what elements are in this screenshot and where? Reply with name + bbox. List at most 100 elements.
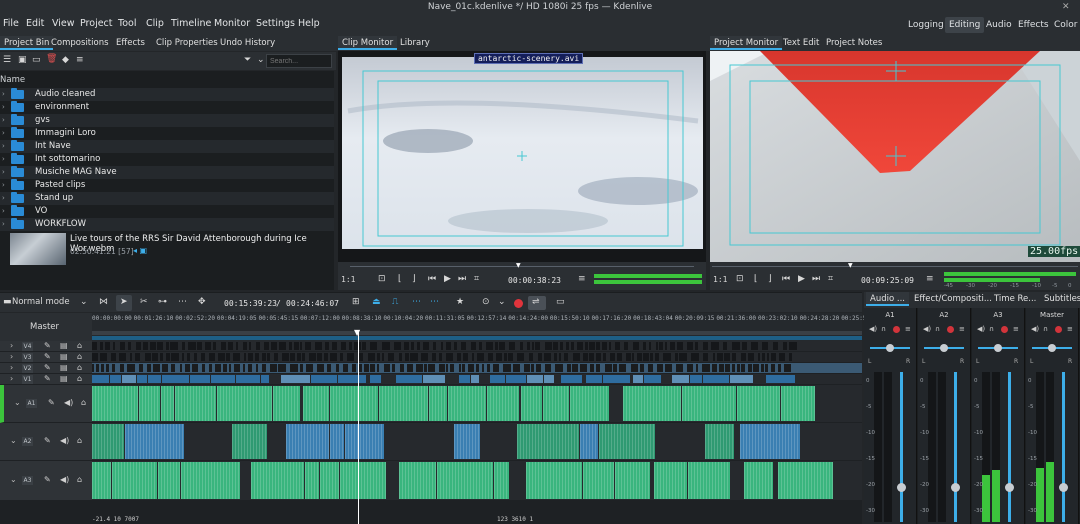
audio-clip[interactable] [399,462,437,499]
video-clip[interactable] [270,342,277,350]
video-clip[interactable] [789,353,792,361]
video-clip[interactable] [487,353,494,361]
video-clip[interactable] [324,353,329,361]
edit-mode-select[interactable]: Normal mode [12,297,70,307]
project-forward-icon[interactable]: ⏭ [812,274,820,284]
video-clip[interactable] [449,364,454,372]
expand-arrow-icon[interactable]: › [2,140,5,153]
audio-clip[interactable] [743,462,774,499]
video-clip[interactable] [377,364,380,372]
audio-clip[interactable] [161,386,175,421]
video-clip[interactable] [584,342,588,350]
video-clip[interactable] [179,364,183,372]
video-clip[interactable] [106,364,109,372]
speaker-icon[interactable]: ◀) [60,475,69,484]
video-clip[interactable] [267,353,270,361]
track-effects-icon[interactable]: ✎ [44,475,51,484]
video-clip[interactable] [300,342,303,350]
project-set-in-icon[interactable]: ⌊ [754,274,758,284]
video-clip[interactable] [559,342,564,350]
video-clip[interactable] [404,342,410,350]
video-clip[interactable] [367,353,375,361]
video-clip[interactable] [595,342,601,350]
volume-fader-track[interactable] [954,372,957,522]
video-clip[interactable] [463,353,469,361]
video-clip[interactable] [348,342,353,350]
video-clip[interactable] [189,375,211,383]
video-clip[interactable] [664,364,672,372]
project-playhead-marker[interactable]: ▼ [848,262,853,269]
video-clip[interactable] [712,353,715,361]
video-clip[interactable] [782,342,788,350]
video-clip[interactable] [567,364,571,372]
tab-time-remap[interactable]: Time Re... [990,292,1040,306]
video-clip[interactable] [722,342,728,350]
video-clip[interactable] [563,353,568,361]
track-effects-icon[interactable]: ✎ [44,341,51,350]
video-clip[interactable] [657,364,663,372]
tab-project-bin[interactable]: Project Bin [0,36,54,50]
video-clip[interactable] [757,353,760,361]
video-clip[interactable] [342,364,349,372]
project-monitor-timecode[interactable]: 00:09:25:09 [861,276,914,285]
video-clip[interactable] [362,342,366,350]
project-zone-icon[interactable]: ⌗ [828,274,833,284]
video-clip[interactable] [273,353,279,361]
video-clip[interactable] [445,353,454,361]
video-clip[interactable] [499,342,506,350]
tab-effect-stack[interactable]: Effect/Compositi... [910,292,996,306]
close-icon[interactable]: ✕ [1062,2,1070,12]
video-clip[interactable] [149,342,156,350]
video-clip[interactable] [370,342,378,350]
video-clip[interactable] [358,353,363,361]
master-label[interactable]: Master [30,322,59,332]
video-clip[interactable] [509,342,516,350]
video-clip[interactable] [227,342,234,350]
video-clip[interactable] [202,364,206,372]
video-clip[interactable] [422,375,446,383]
video-clip[interactable] [624,342,629,350]
lock-icon[interactable]: ⌂ [77,341,82,350]
video-clip[interactable] [751,342,758,350]
balance-knob[interactable] [940,344,948,352]
film-icon[interactable]: ▤ [60,341,68,350]
video-clip[interactable] [148,375,161,383]
video-clip[interactable] [486,342,494,350]
insert-icon[interactable]: ⏏ [372,297,381,307]
track-effects-icon[interactable]: ✎ [44,352,51,361]
video-clip[interactable] [461,342,467,350]
video-clip[interactable] [159,353,164,361]
video-clip[interactable] [732,342,740,350]
expand-track-icon[interactable]: ⌄ [10,436,17,445]
video-clip[interactable] [691,353,699,361]
favorite-icon[interactable]: ★ [456,297,464,307]
video-clip[interactable] [512,364,521,372]
video-clip[interactable] [431,353,436,361]
audio-clip[interactable] [339,462,387,499]
video-clip[interactable] [655,342,659,350]
track-effects-icon[interactable]: ✎ [44,436,51,445]
video-clip[interactable] [609,353,615,361]
menu-file[interactable]: File [3,18,19,29]
video-clip[interactable] [553,353,557,361]
video-clip[interactable] [279,342,286,350]
video-clip[interactable] [290,364,298,372]
video-clip[interactable] [659,342,663,350]
bin-folder[interactable]: › Musiche MAG Nave [0,166,334,179]
track-effects-icon[interactable]: ✎ [48,398,55,407]
video-clip[interactable] [432,342,437,350]
video-clip[interactable] [495,342,498,350]
video-clip[interactable] [519,342,524,350]
video-clip[interactable] [424,364,427,372]
lock-icon[interactable]: ⌂ [81,398,86,407]
video-clip[interactable] [453,342,457,350]
video-clip[interactable] [197,342,202,350]
video-clip[interactable] [264,342,269,350]
select-tool-button[interactable]: ➤ [116,295,132,311]
bin-folder[interactable]: › environment [0,101,334,114]
menu-settings[interactable]: Settings [256,18,295,29]
audio-clip[interactable] [579,424,598,459]
timeline-playhead[interactable] [358,331,359,524]
play-icon[interactable]: ▶ [444,274,451,284]
overwrite-icon[interactable]: ⎍ [392,297,398,307]
